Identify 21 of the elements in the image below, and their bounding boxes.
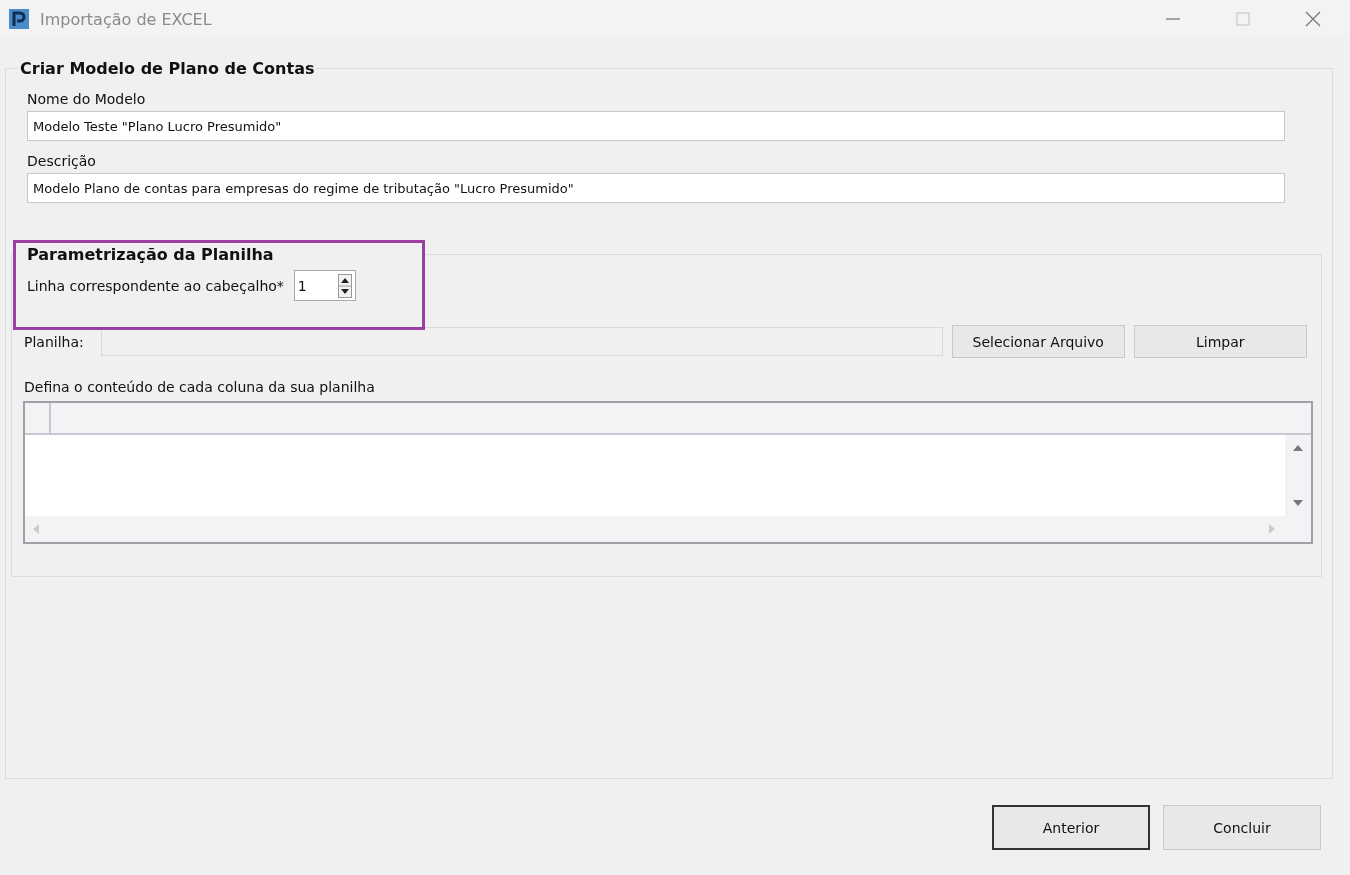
app-logo-icon (9, 9, 29, 29)
dialog-button[interactable]: Concluir (1163, 805, 1321, 850)
field-label: Nome do Modelo (27, 91, 147, 107)
spin-arrows-icon[interactable] (337, 273, 352, 298)
vertical-scrollbar[interactable] (1285, 435, 1311, 516)
text-field[interactable]: Modelo Plano de contas para empresas do regime de tributação "Lucro Presumido" (27, 173, 1285, 203)
scroll-down-icon[interactable] (1293, 500, 1303, 506)
scroll-up-icon[interactable] (1293, 445, 1303, 451)
grid-caption: Defina o conteúdo de cada coluna da sua planilha (24, 379, 376, 395)
text-field[interactable]: Modelo Teste "Plano Lucro Presumido" (27, 111, 1285, 141)
file-path-field[interactable] (100, 327, 943, 356)
dialog-button[interactable]: Anterior (992, 805, 1150, 850)
field-label: Descrição (27, 153, 97, 169)
number-spinner[interactable]: 1 (293, 270, 356, 301)
section-title: Parametrização da Planilha (27, 245, 275, 264)
field-label: Linha correspondente ao cabeçalho* (27, 277, 284, 294)
close-icon[interactable] (1304, 10, 1322, 28)
action-button[interactable]: Limpar (1133, 325, 1307, 358)
field-label: Planilha: (24, 333, 84, 350)
action-button[interactable]: Selecionar Arquivo (951, 325, 1125, 358)
window-title: Importação de EXCEL (40, 9, 212, 29)
